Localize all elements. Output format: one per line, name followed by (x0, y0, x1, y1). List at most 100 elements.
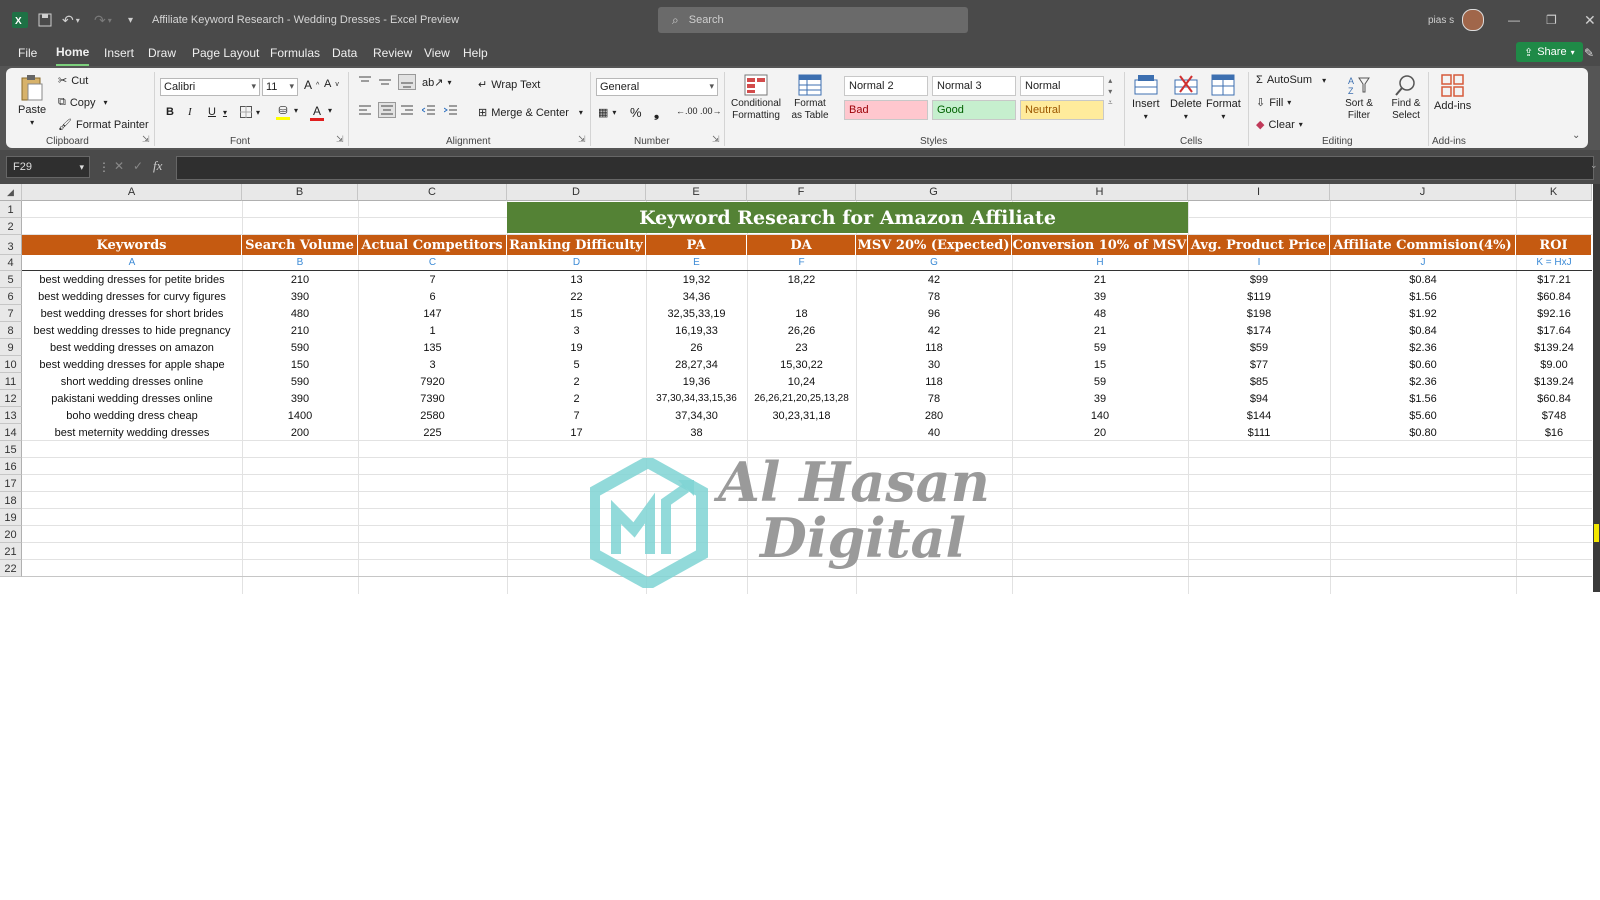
data-cell[interactable]: $111 (1188, 424, 1330, 441)
data-cell[interactable]: 7 (507, 407, 646, 424)
data-cell[interactable]: best wedding dresses on amazon (22, 339, 242, 356)
header-da[interactable]: DA (747, 235, 856, 255)
clipboard-launcher-icon[interactable]: ⇲ (142, 134, 150, 145)
tab-data[interactable]: Data (332, 40, 357, 66)
search-box[interactable]: ⌕ Search (658, 7, 968, 33)
data-cell[interactable]: 42 (856, 322, 1012, 339)
data-cell[interactable]: $139.24 (1516, 339, 1592, 356)
column-header-i[interactable]: I (1188, 184, 1330, 201)
label-cell[interactable]: B (242, 255, 358, 271)
data-cell[interactable]: 210 (242, 322, 358, 339)
close-icon[interactable]: ✕ (1584, 0, 1596, 40)
style-good[interactable]: Good (932, 100, 1016, 120)
redo-icon[interactable]: ↷ ▾ (94, 0, 112, 40)
underline-icon[interactable]: U ▾ (208, 106, 227, 118)
data-cell[interactable]: $119 (1188, 288, 1330, 305)
increase-decimal-icon[interactable]: ←.00 (676, 106, 698, 116)
header-ranking-difficulty[interactable]: Ranking Difficulty (507, 235, 646, 255)
data-cell[interactable]: 20 (1012, 424, 1188, 441)
data-cell[interactable]: 21 (1012, 322, 1188, 339)
data-cell[interactable]: $16 (1516, 424, 1592, 441)
column-header-h[interactable]: H (1012, 184, 1188, 201)
data-cell[interactable]: $174 (1188, 322, 1330, 339)
data-cell[interactable]: 6 (358, 288, 507, 305)
data-cell[interactable]: $198 (1188, 305, 1330, 322)
label-cell[interactable]: C (358, 255, 507, 271)
data-cell[interactable]: $60.84 (1516, 288, 1592, 305)
share-button[interactable]: ⇪ Share ▾ (1516, 42, 1583, 62)
data-cell[interactable]: 15,30,22 (747, 356, 856, 373)
row-header-6[interactable]: 6 (0, 288, 22, 305)
bold-icon[interactable]: B (166, 106, 174, 118)
row-header-3[interactable]: 3 (0, 235, 22, 255)
data-cell[interactable]: $139.24 (1516, 373, 1592, 390)
borders-icon[interactable]: ▾ (240, 106, 260, 118)
data-cell[interactable]: $5.60 (1330, 407, 1516, 424)
decrease-decimal-icon[interactable]: .00→ (700, 106, 722, 116)
column-header-j[interactable]: J (1330, 184, 1516, 201)
data-cell[interactable]: 48 (1012, 305, 1188, 322)
font-color-dropdown-icon[interactable]: ▾ (328, 106, 332, 115)
conditional-formatting-button[interactable]: Conditional Formatting (730, 74, 782, 122)
data-cell[interactable]: 2 (507, 373, 646, 390)
font-color-icon[interactable]: A (310, 104, 324, 121)
data-cell[interactable]: 147 (358, 305, 507, 322)
style-bad[interactable]: Bad (844, 100, 928, 120)
cancel-icon[interactable]: ✕ (114, 159, 124, 173)
data-cell[interactable]: 7920 (358, 373, 507, 390)
data-cell[interactable]: $59 (1188, 339, 1330, 356)
row-header-1[interactable]: 1 (0, 201, 22, 218)
data-cell[interactable]: $17.64 (1516, 322, 1592, 339)
data-cell[interactable]: 390 (242, 390, 358, 407)
data-cell[interactable]: 590 (242, 339, 358, 356)
align-center-icon[interactable] (378, 102, 396, 118)
add-ins-button[interactable]: Add-ins (1434, 74, 1471, 112)
header-pa[interactable]: PA (646, 235, 747, 255)
data-cell[interactable]: 225 (358, 424, 507, 441)
column-header-c[interactable]: C (358, 184, 507, 201)
data-cell[interactable]: 3 (507, 322, 646, 339)
comma-style-icon[interactable]: ❟ (654, 105, 659, 121)
row-header-15[interactable]: 15 (0, 441, 22, 458)
row-header-4[interactable]: 4 (0, 255, 22, 271)
data-cell[interactable]: 210 (242, 271, 358, 288)
avatar[interactable] (1462, 0, 1484, 40)
data-cell[interactable]: $0.84 (1330, 271, 1516, 288)
data-cell[interactable]: $85 (1188, 373, 1330, 390)
ribbon-collapse-icon[interactable]: ⌄ (1572, 130, 1580, 141)
data-cell[interactable]: 40 (856, 424, 1012, 441)
data-cell[interactable]: 1 (358, 322, 507, 339)
data-cell[interactable]: 118 (856, 339, 1012, 356)
style-normal-3[interactable]: Normal 3 (932, 76, 1016, 96)
row-header-5[interactable]: 5 (0, 271, 22, 288)
data-cell[interactable]: 15 (1012, 356, 1188, 373)
data-cell[interactable]: 18 (747, 305, 856, 322)
data-cell[interactable]: 96 (856, 305, 1012, 322)
insert-function-icon[interactable]: fx (153, 158, 162, 174)
label-cell[interactable]: I (1188, 255, 1330, 271)
number-format-select[interactable]: General ▾ (596, 78, 718, 96)
column-header-f[interactable]: F (747, 184, 856, 201)
header-msv[interactable]: MSV 20% (Expected) (856, 235, 1012, 255)
row-header-18[interactable]: 18 (0, 492, 22, 509)
data-cell[interactable]: 78 (856, 390, 1012, 407)
data-cell[interactable]: 19,36 (646, 373, 747, 390)
data-cell[interactable]: 34,36 (646, 288, 747, 305)
data-cell[interactable]: 37,34,30 (646, 407, 747, 424)
cut-button[interactable]: ✂ Cut (58, 74, 88, 88)
data-cell[interactable]: $0.80 (1330, 424, 1516, 441)
fill-color-icon[interactable]: ⛁ (276, 104, 290, 120)
row-header-12[interactable]: 12 (0, 390, 22, 407)
label-cell[interactable]: D (507, 255, 646, 271)
expand-formula-icon[interactable]: ⌄ (1590, 160, 1598, 171)
column-header-b[interactable]: B (242, 184, 358, 201)
row-header-19[interactable]: 19 (0, 509, 22, 526)
data-cell[interactable]: 30,23,31,18 (747, 407, 856, 424)
decrease-font-icon[interactable]: Av (324, 78, 339, 90)
formula-input[interactable] (176, 156, 1594, 180)
style-neutral[interactable]: Neutral (1020, 100, 1104, 120)
data-cell[interactable]: 15 (507, 305, 646, 322)
data-cell[interactable]: 7 (358, 271, 507, 288)
enter-icon[interactable]: ✓ (133, 159, 143, 173)
row-header-7[interactable]: 7 (0, 305, 22, 322)
